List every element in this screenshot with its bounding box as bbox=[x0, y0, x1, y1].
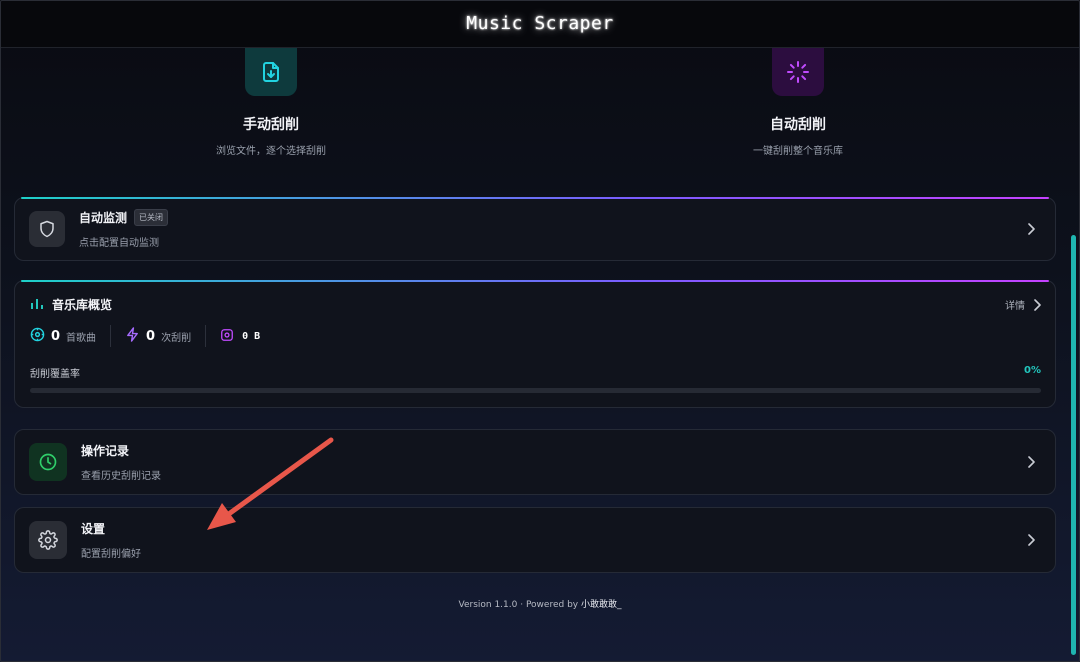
annotation-arrow bbox=[207, 437, 334, 530]
scrollbar[interactable] bbox=[1071, 235, 1076, 655]
